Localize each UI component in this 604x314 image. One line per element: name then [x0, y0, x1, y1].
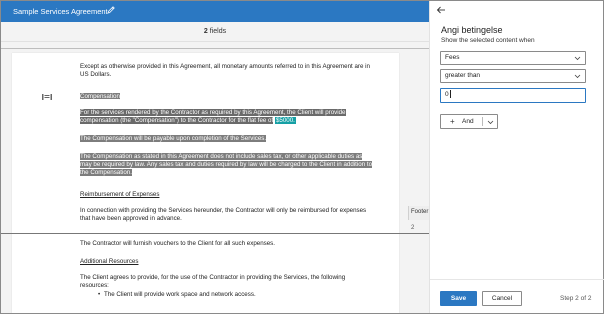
drag-handle-icon[interactable]: [42, 94, 52, 100]
step-indicator: Step 2 of 2: [560, 295, 592, 302]
document-page-lower: The Contractor will furnish vouchers to …: [12, 234, 399, 313]
fields-bar: 2 fields: [1, 22, 429, 42]
panel-footer-divider: [430, 279, 604, 280]
paragraph-vouchers: The Contractor will furnish vouchers to …: [80, 240, 275, 247]
chevron-down-icon[interactable]: [487, 119, 494, 125]
paragraph-compensation-fee[interactable]: For the services rendered by the Contrac…: [80, 109, 380, 125]
page-divider: [1, 48, 429, 49]
chevron-down-icon: [574, 56, 581, 61]
fields-count: 2: [203, 28, 208, 35]
document-editor: Sample Services Agreement 2 fields Excep…: [1, 1, 429, 313]
footer-number: 2: [411, 225, 415, 231]
cancel-button[interactable]: Cancel: [482, 291, 522, 306]
panel-subtitle: Show the selected content when: [441, 37, 535, 44]
value-input[interactable]: 0: [440, 88, 586, 103]
add-condition-button[interactable]: + And: [440, 114, 498, 129]
add-condition-label: And: [462, 118, 474, 125]
operator-select-value: greater than: [445, 72, 481, 79]
paragraph-currency: Except as otherwise provided in this Agr…: [80, 63, 370, 78]
split-separator: [482, 117, 483, 126]
text-caret: [449, 90, 451, 99]
heading-reimbursement: Reimbursement of Expenses: [80, 191, 160, 198]
value-input-text: 0: [445, 91, 449, 98]
edit-pencil-icon[interactable]: [106, 5, 116, 15]
footer-tab[interactable]: Footer: [408, 206, 429, 220]
save-button[interactable]: Save: [440, 291, 477, 306]
heading-compensation: Compensation: [80, 93, 120, 100]
field-select-value: Fees: [445, 54, 460, 61]
document-page: Except as otherwise provided in this Agr…: [1, 53, 429, 313]
fields-label: fields: [209, 28, 227, 35]
back-arrow-icon[interactable]: [436, 5, 446, 15]
operator-select[interactable]: greater than: [440, 69, 586, 83]
document-page-upper: Except as otherwise provided in this Agr…: [12, 53, 399, 233]
list-item: The Client will provide work space and n…: [98, 291, 256, 299]
condition-panel: Angi betingelse Show the selected conten…: [429, 1, 604, 313]
field-select[interactable]: Fees: [440, 51, 586, 65]
panel-title: Angi betingelse: [441, 25, 503, 35]
chevron-down-icon: [574, 74, 581, 79]
title-bar: Sample Services Agreement: [1, 1, 429, 22]
fee-amount-field[interactable]: $5000.: [274, 117, 296, 124]
paragraph-resources: The Client agrees to provide, for the us…: [80, 274, 346, 289]
paragraph-compensation-tax: The Compensation as stated in this Agree…: [80, 153, 373, 176]
document-title: Sample Services Agreement: [13, 7, 108, 16]
plus-icon: +: [450, 117, 455, 126]
paragraph-compensation-payable: The Compensation will be payable upon co…: [80, 135, 267, 142]
heading-additional-resources: Additional Resources: [80, 258, 139, 265]
paragraph-reimbursement: In connection with providing the Service…: [80, 207, 367, 222]
